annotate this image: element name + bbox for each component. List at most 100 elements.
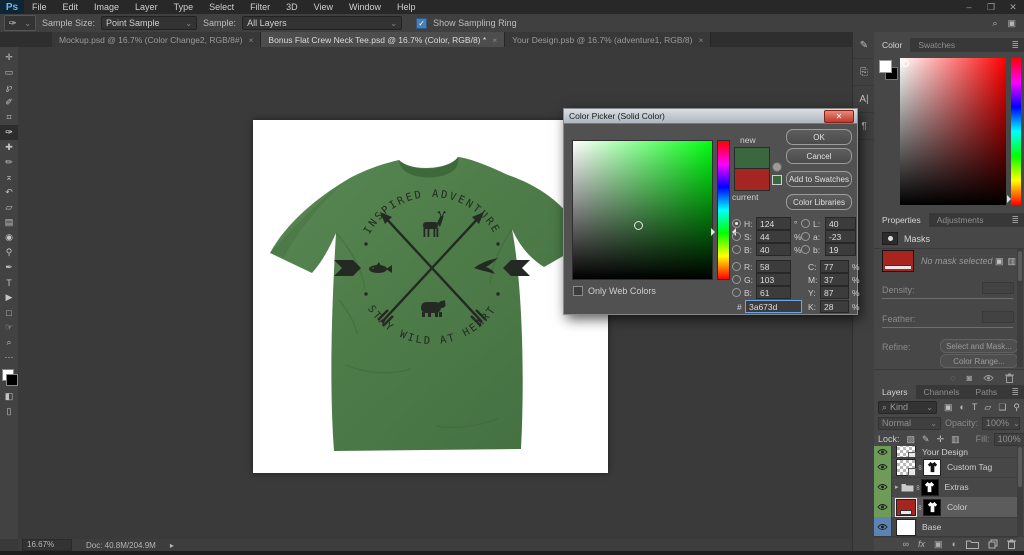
- radio-h[interactable]: [732, 219, 741, 228]
- mask-link-icon[interactable]: ∞: [914, 484, 921, 491]
- radio-b2[interactable]: [732, 288, 741, 297]
- filter-shape-icon[interactable]: ▱: [984, 402, 991, 413]
- m-input[interactable]: 37: [820, 273, 849, 286]
- filter-image-icon[interactable]: ▣: [944, 402, 953, 413]
- radio-l[interactable]: [801, 219, 810, 228]
- panel-menu-icon[interactable]: ≣: [1011, 385, 1019, 399]
- link-layers-icon[interactable]: ∞: [903, 539, 909, 549]
- blend-mode-select[interactable]: Normal ⌄: [878, 416, 941, 430]
- color-range-button[interactable]: Color Range...: [940, 354, 1018, 368]
- workspace-icon[interactable]: ▣: [1007, 18, 1016, 29]
- color-libraries-button[interactable]: Color Libraries: [786, 194, 852, 210]
- add-vector-mask-icon[interactable]: ▥: [1007, 256, 1016, 267]
- radio-r[interactable]: [732, 262, 741, 271]
- eyedropper-tool[interactable]: ✑: [0, 125, 18, 140]
- quick-selection-tool[interactable]: ✐: [0, 95, 18, 110]
- lock-paint-icon[interactable]: ✎: [922, 434, 930, 445]
- screen-mode-button[interactable]: ▯: [0, 404, 18, 419]
- edit-toolbar-icon[interactable]: ⋯: [0, 350, 18, 365]
- menu-edit[interactable]: Edit: [55, 0, 87, 14]
- layer-row-extras[interactable]: ▸ ∞ Extras: [874, 477, 1018, 498]
- b-input[interactable]: 40: [756, 243, 791, 256]
- g-input[interactable]: 103: [756, 273, 791, 286]
- filter-adjustment-icon[interactable]: ◐: [959, 402, 964, 412]
- opacity-select[interactable]: 100% ⌄: [982, 416, 1020, 430]
- tab-properties[interactable]: Properties: [874, 213, 929, 227]
- properties-scrollbar[interactable]: [1017, 249, 1023, 367]
- foreground-background-swatches[interactable]: [0, 369, 18, 389]
- type-tool[interactable]: T: [0, 275, 18, 290]
- radio-s[interactable]: [732, 232, 741, 241]
- tab-mockup[interactable]: Mockup.psd @ 16.7% (Color Change2, RGB/8…: [52, 32, 262, 47]
- layer-filter-select[interactable]: ⌕ Kind ⌄: [878, 400, 937, 414]
- layer-name[interactable]: Your Design: [922, 447, 968, 457]
- c-input[interactable]: 77: [820, 260, 849, 273]
- zoom-tool[interactable]: ⌕: [0, 335, 18, 350]
- tab-adjustments[interactable]: Adjustments: [929, 213, 992, 227]
- dialog-close-button[interactable]: ✕: [824, 109, 854, 123]
- menu-window[interactable]: Window: [341, 0, 389, 14]
- crop-tool[interactable]: ⌗: [0, 110, 18, 125]
- panel-menu-icon[interactable]: ≣: [1011, 38, 1019, 52]
- marquee-tool[interactable]: ▭: [0, 65, 18, 80]
- apply-mask-icon[interactable]: ◙: [967, 373, 972, 383]
- add-to-swatches-button[interactable]: Add to Swatches: [786, 171, 852, 187]
- layer-name[interactable]: Base: [922, 522, 941, 532]
- l-input[interactable]: 40: [825, 217, 856, 230]
- s-input[interactable]: 44: [756, 230, 791, 243]
- feather-value-box[interactable]: [982, 311, 1014, 323]
- select-and-mask-button[interactable]: Select and Mask...: [940, 339, 1018, 353]
- hand-tool[interactable]: ☞: [0, 320, 18, 335]
- layer-name[interactable]: Custom Tag: [947, 462, 992, 472]
- pen-tool[interactable]: ✒: [0, 260, 18, 275]
- add-mask-icon[interactable]: ▣: [934, 539, 943, 550]
- mask-link-icon[interactable]: ∞: [916, 504, 923, 511]
- eye-icon[interactable]: [874, 517, 892, 537]
- clone-stamp-tool[interactable]: ⌅: [0, 170, 18, 185]
- eraser-tool[interactable]: ▱: [0, 200, 18, 215]
- adjustment-layer-icon[interactable]: ◐: [952, 539, 957, 549]
- menu-image[interactable]: Image: [86, 0, 127, 14]
- fill-layer-thumbnail[interactable]: [895, 497, 917, 517]
- only-web-colors-checkbox[interactable]: [573, 286, 583, 296]
- restore-icon[interactable]: ❐: [980, 0, 1002, 14]
- healing-brush-tool[interactable]: ✚: [0, 140, 18, 155]
- lasso-tool[interactable]: ℘: [0, 80, 18, 95]
- close-icon[interactable]: ✕: [1002, 0, 1024, 14]
- r-input[interactable]: 58: [756, 260, 791, 273]
- add-pixel-mask-icon[interactable]: ▣: [995, 256, 1004, 267]
- dodge-tool[interactable]: ⚲: [0, 245, 18, 260]
- blur-tool[interactable]: ◉: [0, 230, 18, 245]
- tab-color[interactable]: Color: [874, 38, 911, 52]
- trash-icon[interactable]: [1007, 539, 1016, 549]
- load-selection-icon[interactable]: ◌: [950, 373, 955, 383]
- layers-scrollbar[interactable]: [1017, 445, 1023, 537]
- rectangle-tool[interactable]: □: [0, 305, 18, 320]
- sample-size-select[interactable]: Point Sample ⌄: [101, 16, 198, 30]
- layer-row-base[interactable]: Base: [874, 517, 1018, 538]
- background-color-swatch[interactable]: [6, 374, 18, 386]
- filter-smart-object-icon[interactable]: ❏: [998, 402, 1006, 413]
- layer-name[interactable]: Color: [947, 502, 967, 512]
- current-color-swatch[interactable]: [734, 168, 770, 191]
- menu-file[interactable]: File: [24, 0, 55, 14]
- layer-row-color[interactable]: ∞ Color: [874, 497, 1018, 518]
- layer-thumbnail[interactable]: [896, 458, 916, 476]
- layer-name[interactable]: Extras: [945, 482, 969, 492]
- eye-icon[interactable]: [874, 446, 892, 457]
- foreground-color-swatch[interactable]: [879, 60, 892, 73]
- eye-icon[interactable]: [874, 497, 892, 517]
- lock-transparent-icon[interactable]: ▨: [907, 434, 916, 445]
- menu-view[interactable]: View: [306, 0, 341, 14]
- menu-3d[interactable]: 3D: [278, 0, 306, 14]
- layer-row-custom-tag[interactable]: ∞ Custom Tag: [874, 457, 1018, 478]
- history-brush-tool[interactable]: ↶: [0, 185, 18, 200]
- close-icon[interactable]: ×: [492, 35, 497, 45]
- menu-type[interactable]: Type: [166, 0, 202, 14]
- k-input[interactable]: 28: [820, 300, 849, 313]
- layer-thumbnail[interactable]: [896, 518, 916, 536]
- tab-your-design[interactable]: Your Design.psb @ 16.7% (adventure1, RGB…: [505, 32, 712, 47]
- y-input[interactable]: 87: [820, 286, 849, 299]
- fill-layer-thumbnail[interactable]: [882, 250, 914, 272]
- minimize-icon[interactable]: –: [958, 0, 980, 14]
